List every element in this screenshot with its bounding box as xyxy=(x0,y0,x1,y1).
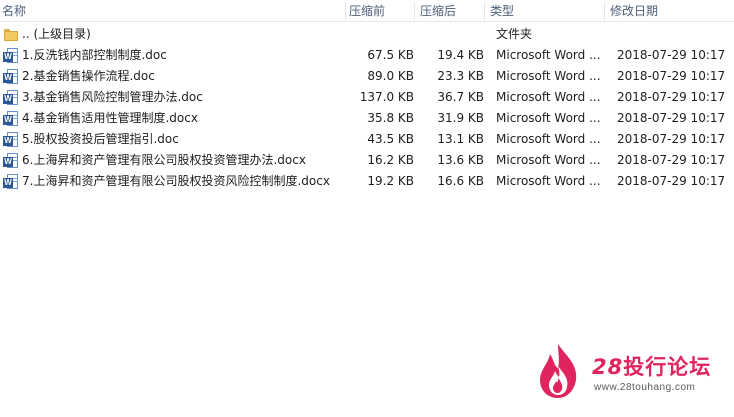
file-modified-date: 2018-07-29 10:17 xyxy=(617,111,726,125)
column-divider[interactable] xyxy=(604,2,605,20)
file-type: Microsoft Word ... xyxy=(496,48,601,62)
file-row[interactable]: W 7.上海昇和资产管理有限公司股权投资风险控制制度.docx 19.2 KB … xyxy=(0,171,734,192)
file-name: 7.上海昇和资产管理有限公司股权投资风险控制制度.docx xyxy=(22,174,330,188)
file-name: 3.基金销售风险控制管理办法.doc xyxy=(22,90,203,104)
word-doc-icon: W xyxy=(3,90,19,105)
file-row[interactable]: W 4.基金销售适用性管理制度.docx 35.8 KB 31.9 KB Mic… xyxy=(0,108,734,129)
file-modified-date: 2018-07-29 10:17 xyxy=(617,69,726,83)
file-size-original: 31.9 KB xyxy=(437,111,484,125)
file-type: Microsoft Word ... xyxy=(496,132,601,146)
file-name: 5.股权投资投后管理指引.doc xyxy=(22,132,179,146)
brand-text: 投行论坛 xyxy=(623,355,712,379)
file-name: 1.反洗钱内部控制制度.doc xyxy=(22,48,167,62)
file-size-original: 36.7 KB xyxy=(437,90,484,104)
file-size-compressed: 19.2 KB xyxy=(367,174,414,188)
word-doc-icon: W xyxy=(3,48,19,63)
file-size-original: 13.1 KB xyxy=(437,132,484,146)
brand-name: 28投行论坛 xyxy=(592,351,711,381)
parent-directory-row[interactable]: .. (上级目录) 文件夹 xyxy=(0,24,734,45)
file-size-compressed: 89.0 KB xyxy=(367,69,414,83)
file-size-compressed: 35.8 KB xyxy=(367,111,414,125)
brand-url: www.28touhang.com xyxy=(594,382,696,393)
file-type: Microsoft Word ... xyxy=(496,90,601,104)
file-row[interactable]: W 6.上海昇和资产管理有限公司股权投资管理办法.docx 16.2 KB 13… xyxy=(0,150,734,171)
column-divider[interactable] xyxy=(345,2,346,20)
file-row[interactable]: W 2.基金销售操作流程.doc 89.0 KB 23.3 KB Microso… xyxy=(0,66,734,87)
file-size-compressed: 16.2 KB xyxy=(367,153,414,167)
file-modified-date: 2018-07-29 10:17 xyxy=(617,90,726,104)
column-header-modified[interactable]: 修改日期 xyxy=(610,0,658,22)
file-name: 6.上海昇和资产管理有限公司股权投资管理办法.docx xyxy=(22,153,306,167)
file-name: .. (上级目录) xyxy=(22,27,91,41)
column-divider[interactable] xyxy=(414,2,415,20)
file-type: Microsoft Word ... xyxy=(496,153,601,167)
file-size-compressed: 137.0 KB xyxy=(359,90,414,104)
file-size-original: 19.4 KB xyxy=(437,48,484,62)
file-row[interactable]: W 5.股权投资投后管理指引.doc 43.5 KB 13.1 KB Micro… xyxy=(0,129,734,150)
file-name: 2.基金销售操作流程.doc xyxy=(22,69,155,83)
column-header-type[interactable]: 类型 xyxy=(490,0,514,22)
folder-icon xyxy=(3,27,19,42)
file-list: .. (上级目录) 文件夹 W 1.反洗钱内部控制制度.doc 67.5 KB … xyxy=(0,24,734,192)
file-modified-date: 2018-07-29 10:17 xyxy=(617,174,726,188)
column-header-bar: 名称 压缩前 压缩后 类型 修改日期 xyxy=(0,0,734,22)
column-header-original[interactable]: 压缩后 xyxy=(420,0,456,22)
file-modified-date: 2018-07-29 10:17 xyxy=(617,153,726,167)
file-size-original: 16.6 KB xyxy=(437,174,484,188)
word-docx-icon: W xyxy=(3,153,19,168)
word-docx-icon: W xyxy=(3,111,19,126)
file-type: Microsoft Word ... xyxy=(496,111,601,125)
file-type: 文件夹 xyxy=(496,27,533,41)
column-divider[interactable] xyxy=(484,2,485,20)
file-row[interactable]: W 3.基金销售风险控制管理办法.doc 137.0 KB 36.7 KB Mi… xyxy=(0,87,734,108)
word-doc-icon: W xyxy=(3,69,19,84)
file-size-compressed: 43.5 KB xyxy=(367,132,414,146)
file-type: Microsoft Word ... xyxy=(496,174,601,188)
column-header-name[interactable]: 名称 xyxy=(2,0,26,22)
file-modified-date: 2018-07-29 10:17 xyxy=(617,132,726,146)
brand-number: 28 xyxy=(592,355,624,379)
watermark-logo: 28投行论坛 www.28touhang.com xyxy=(536,342,726,402)
file-type: Microsoft Word ... xyxy=(496,69,601,83)
file-size-original: 13.6 KB xyxy=(437,153,484,167)
file-name: 4.基金销售适用性管理制度.docx xyxy=(22,111,198,125)
column-header-compressed[interactable]: 压缩前 xyxy=(349,0,385,22)
word-doc-icon: W xyxy=(3,132,19,147)
file-size-compressed: 67.5 KB xyxy=(367,48,414,62)
file-modified-date: 2018-07-29 10:17 xyxy=(617,48,726,62)
file-row[interactable]: W 1.反洗钱内部控制制度.doc 67.5 KB 19.4 KB Micros… xyxy=(0,45,734,66)
file-size-original: 23.3 KB xyxy=(437,69,484,83)
word-docx-icon: W xyxy=(3,174,19,189)
flame-logo-icon xyxy=(540,344,577,398)
